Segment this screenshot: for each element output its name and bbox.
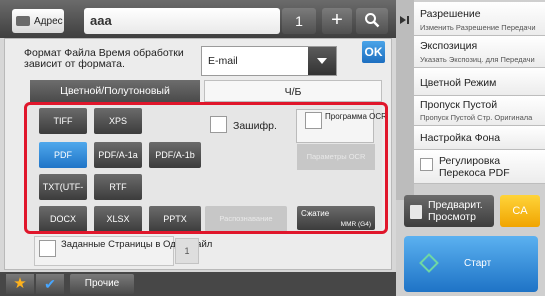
option-blank-page-label: Пропуск Пустой bbox=[420, 99, 498, 111]
specified-pages-checkbox[interactable] bbox=[39, 240, 56, 257]
pause-bar-icon bbox=[407, 16, 409, 24]
option-resolution[interactable]: Разрешение Изменить Разрешение Передачи bbox=[414, 2, 545, 36]
highlight-frame bbox=[24, 102, 388, 234]
specified-pages-count[interactable]: 1 bbox=[175, 238, 199, 264]
address-bar: Адрес ааа 1 + bbox=[0, 0, 396, 38]
preview-button[interactable]: Предварит. Просмотр bbox=[404, 195, 494, 227]
address-book-button[interactable]: Адрес bbox=[12, 9, 64, 33]
option-exposure-sub: Указать Экспозиц. для Передачи bbox=[420, 55, 535, 64]
search-icon bbox=[365, 13, 380, 28]
ok-button[interactable]: OK bbox=[362, 41, 385, 63]
start-label: Старт bbox=[464, 258, 492, 269]
option-blank-page-skip[interactable]: Пропуск Пустой Пропуск Пустой Стр. Ориги… bbox=[414, 96, 545, 126]
address-book-icon bbox=[16, 16, 30, 26]
star-icon: ★ bbox=[13, 275, 27, 292]
option-blank-page-sub: Пропуск Пустой Стр. Оригинала bbox=[420, 113, 533, 122]
option-exposure-label: Экспозиция bbox=[420, 40, 478, 52]
pdf-skew-label: Регулировка Перекоса PDF bbox=[439, 155, 510, 179]
option-resolution-sub: Изменить Разрешение Передачи bbox=[420, 23, 536, 32]
start-icon bbox=[419, 253, 439, 273]
option-color-mode-label: Цветной Режим bbox=[420, 77, 497, 89]
other-button[interactable]: Прочие bbox=[70, 274, 134, 294]
option-exposure[interactable]: Экспозиция Указать Экспозиц. для Передач… bbox=[414, 36, 545, 68]
tab-color-grayscale[interactable]: Цветной/Полутоновый bbox=[30, 80, 200, 102]
address-input[interactable]: ааа bbox=[84, 8, 280, 34]
favorite-button[interactable]: ★ bbox=[6, 274, 34, 294]
chevron-down-icon bbox=[308, 47, 336, 75]
option-background-label: Настройка Фона bbox=[420, 132, 501, 144]
option-resolution-label: Разрешение bbox=[420, 8, 481, 20]
search-button[interactable] bbox=[356, 8, 388, 34]
checkmark-icon: ✔ bbox=[44, 276, 56, 292]
add-address-button[interactable]: + bbox=[322, 8, 352, 34]
format-mode-select[interactable]: E-mail bbox=[201, 46, 337, 76]
option-color-mode[interactable]: Цветной Режим bbox=[414, 68, 545, 96]
tab-black-white[interactable]: Ч/Б bbox=[204, 80, 382, 102]
address-button-label: Адрес bbox=[34, 15, 63, 27]
bottom-bar: ★ ✔ Прочие bbox=[0, 272, 396, 296]
preview-label: Предварит. Просмотр bbox=[428, 199, 483, 223]
clear-all-button[interactable]: CA bbox=[500, 195, 540, 227]
pdf-skew-checkbox[interactable] bbox=[420, 158, 433, 171]
document-icon bbox=[410, 205, 422, 219]
option-background-adjust[interactable]: Настройка Фона bbox=[414, 126, 545, 150]
file-format-label: Формат Файла Время обработки зависит от … bbox=[24, 47, 184, 70]
play-icon bbox=[400, 16, 406, 24]
screen: Адрес ааа 1 + Формат Файла Время обработ… bbox=[0, 0, 545, 296]
collapse-panel-button[interactable] bbox=[396, 0, 414, 200]
check-button[interactable]: ✔ bbox=[36, 274, 64, 294]
address-count: 1 bbox=[282, 8, 316, 34]
start-button[interactable]: Старт bbox=[404, 236, 538, 292]
format-mode-value: E-mail bbox=[208, 55, 238, 67]
